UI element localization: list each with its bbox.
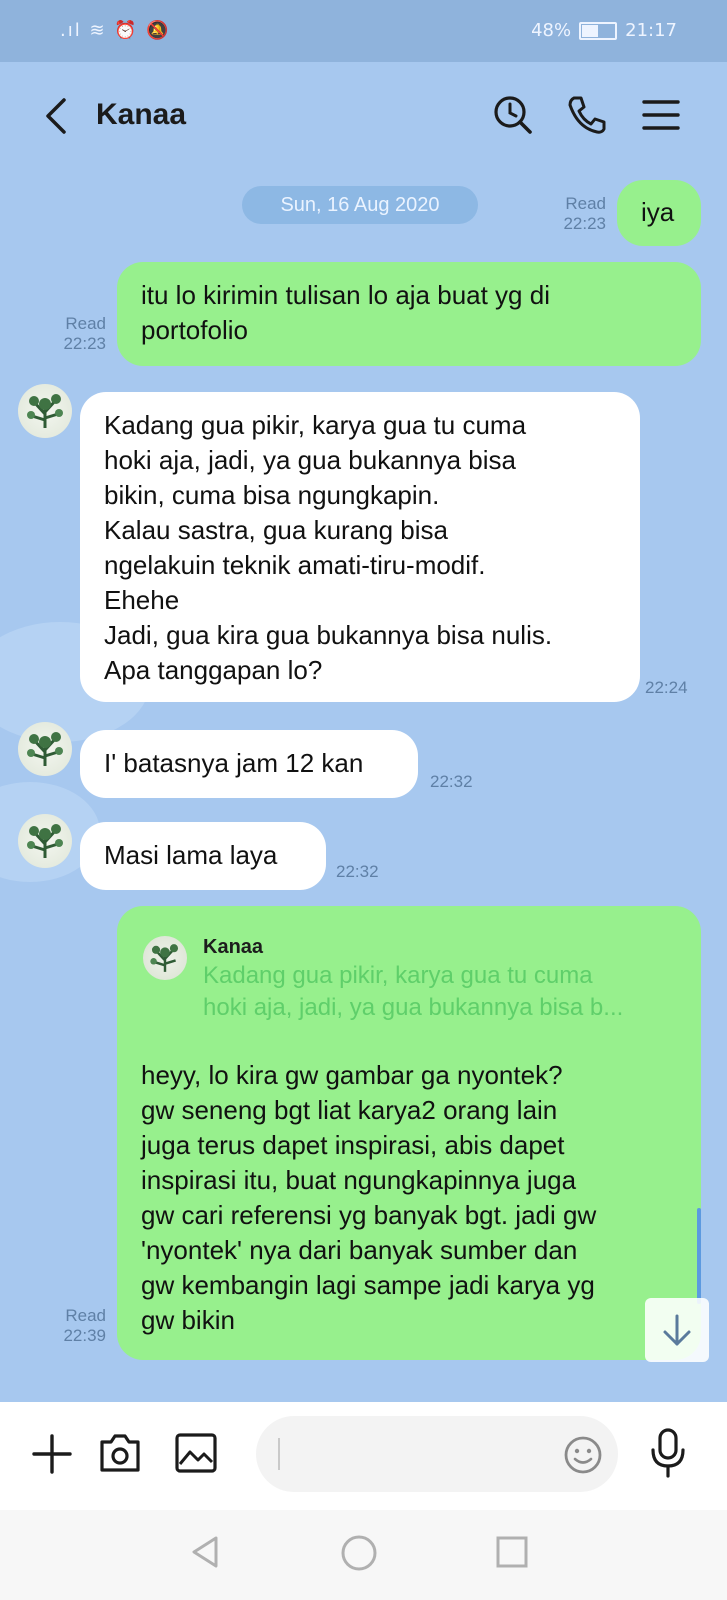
- message-time: 22:24: [645, 678, 688, 697]
- message-time: 22:23: [63, 334, 106, 353]
- home-circle-icon[interactable]: [338, 1532, 380, 1574]
- battery-percent: 48%: [531, 20, 572, 41]
- scroll-indicator[interactable]: [697, 1208, 701, 1304]
- plus-icon[interactable]: [30, 1432, 74, 1476]
- back-chevron-icon[interactable]: [38, 90, 78, 142]
- reply-quote-line: hoki aja, jadi, ya gua bukannya bisa b..…: [203, 994, 624, 1021]
- message-text: Masi lama laya: [104, 840, 278, 870]
- date-divider: Sun, 16 Aug 2020: [242, 186, 478, 224]
- reply-quote-line: Kadang gua pikir, karya gua tu cuma: [203, 962, 593, 989]
- message-meta: Read 22:39: [40, 1306, 106, 1346]
- plant-avatar-icon: [27, 732, 63, 766]
- status-bar: .ıl ≋ ⏰ 🔕 48% 21:17: [0, 0, 727, 62]
- phone-icon[interactable]: [564, 92, 610, 138]
- reply-avatar: [143, 936, 187, 980]
- recents-square-icon[interactable]: [492, 1532, 532, 1572]
- message-text: iya: [641, 197, 675, 227]
- message-meta: Read 22:23: [540, 194, 606, 234]
- emoji-icon[interactable]: [562, 1434, 604, 1476]
- clock: 21:17: [625, 20, 677, 41]
- message-time: 22:39: [63, 1326, 106, 1345]
- message-time: 22:32: [336, 862, 379, 881]
- message-input[interactable]: [256, 1416, 618, 1492]
- read-status: Read: [65, 1306, 106, 1325]
- contact-avatar[interactable]: [18, 814, 72, 868]
- incoming-message-bubble[interactable]: Kadang gua pikir, karya gua tu cuma hoki…: [80, 392, 640, 702]
- contact-avatar[interactable]: [18, 722, 72, 776]
- microphone-icon[interactable]: [646, 1426, 690, 1480]
- camera-icon[interactable]: [96, 1430, 144, 1476]
- status-right: 48% 21:17: [531, 20, 677, 41]
- back-triangle-icon[interactable]: [186, 1532, 226, 1572]
- search-history-icon[interactable]: [490, 92, 536, 138]
- message-composer: [0, 1402, 727, 1510]
- text-caret: [278, 1438, 280, 1470]
- plant-avatar-icon: [27, 824, 63, 858]
- message-text: Kadang gua pikir, karya gua tu cuma hoki…: [104, 410, 553, 685]
- image-icon[interactable]: [172, 1430, 220, 1476]
- menu-icon[interactable]: [638, 92, 684, 138]
- read-status: Read: [65, 314, 106, 333]
- incoming-message-bubble[interactable]: Masi lama laya: [80, 822, 326, 890]
- contact-avatar[interactable]: [18, 384, 72, 438]
- battery-icon: [579, 21, 618, 40]
- plant-avatar-icon: [150, 944, 179, 972]
- message-text: heyy, lo kira gw gambar ga nyontek? gw s…: [141, 1060, 597, 1335]
- contact-name[interactable]: Kanaa: [96, 98, 186, 132]
- read-status: Read: [565, 194, 606, 213]
- plant-avatar-icon: [27, 394, 63, 428]
- outgoing-reply-bubble[interactable]: Kanaa Kadang gua pikir, karya gua tu cum…: [117, 906, 701, 1360]
- arrow-down-icon: [663, 1314, 691, 1346]
- message-text: I' batasnya jam 12 kan: [104, 748, 364, 778]
- status-icons: .ıl ≋ ⏰ 🔕: [60, 20, 171, 41]
- chat-header: Kanaa: [0, 62, 727, 172]
- message-text: itu lo kirimin tulisan lo aja buat yg di…: [141, 280, 550, 345]
- message-meta: Read 22:23: [40, 314, 106, 354]
- outgoing-message-bubble[interactable]: itu lo kirimin tulisan lo aja buat yg di…: [117, 262, 701, 366]
- chat-area[interactable]: Kanaa Sun, 16 Aug 2020 Read 22:23 iya Re…: [0, 62, 727, 1402]
- outgoing-message-bubble[interactable]: iya: [617, 180, 701, 246]
- system-nav-bar: [0, 1510, 727, 1600]
- scroll-to-bottom-button[interactable]: [645, 1298, 709, 1362]
- incoming-message-bubble[interactable]: I' batasnya jam 12 kan: [80, 730, 418, 798]
- message-time: 22:23: [563, 214, 606, 233]
- message-time: 22:32: [430, 772, 473, 791]
